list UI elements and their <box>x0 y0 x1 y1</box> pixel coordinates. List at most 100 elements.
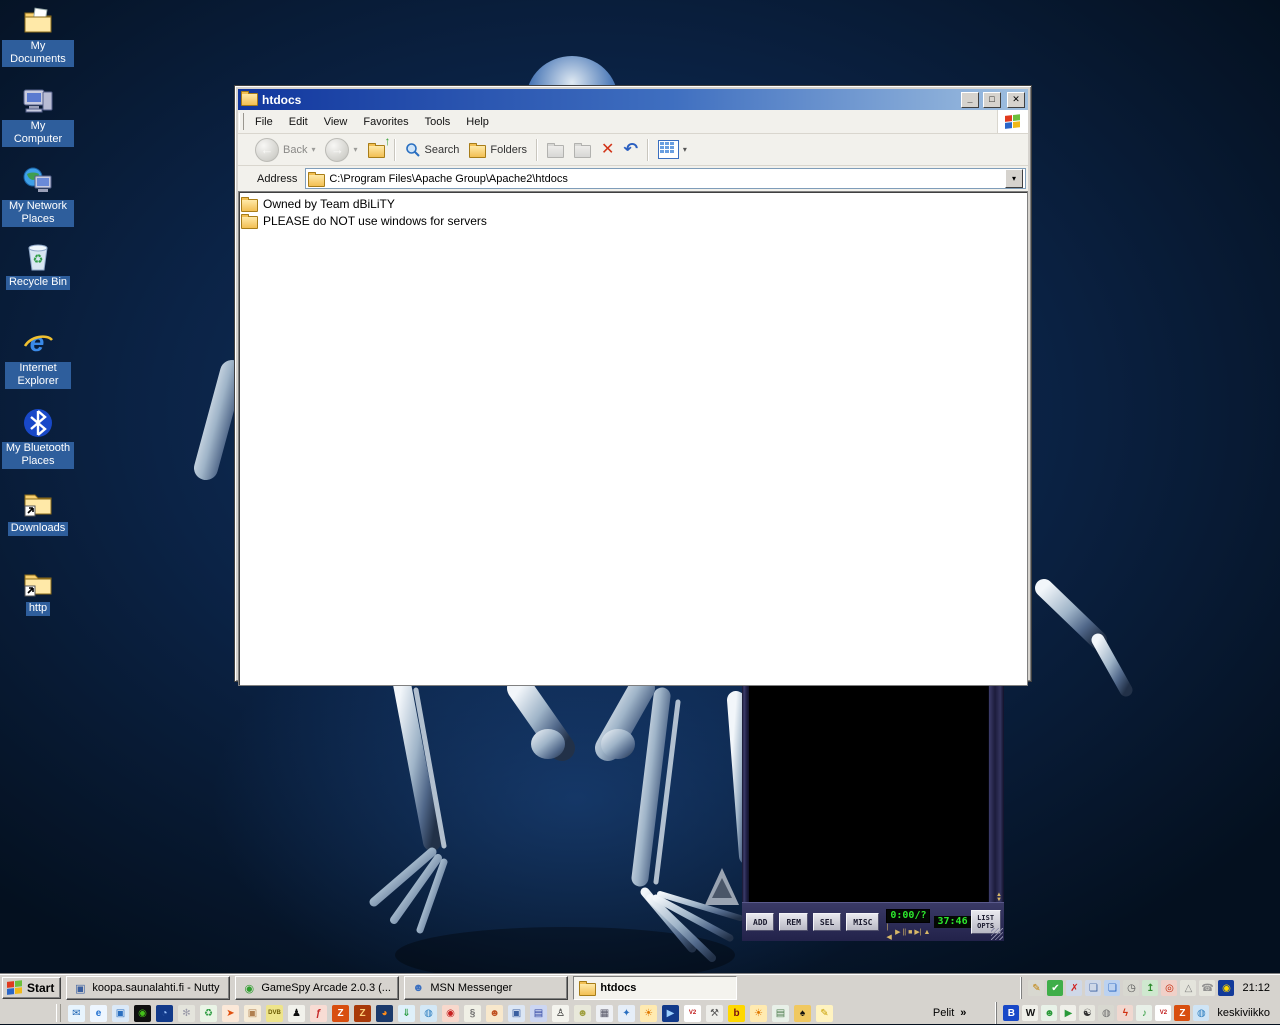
globe-blue-icon[interactable]: ◍ <box>1193 1005 1209 1021</box>
file-item[interactable]: PLEASE do NOT use windows for servers <box>241 212 1025 229</box>
back-dropdown-icon[interactable]: ▾ <box>311 145 315 154</box>
folders-button[interactable]: Folders <box>465 140 531 160</box>
calculator-icon[interactable]: ▦ <box>596 1005 613 1022</box>
transport-button-icon[interactable]: ▶| <box>914 928 921 938</box>
globe-gray-icon[interactable]: ◍ <box>1098 1005 1114 1021</box>
update-check-icon[interactable]: ✔ <box>1047 980 1063 996</box>
menu-item[interactable]: File <box>247 110 281 133</box>
network-computers-icon[interactable]: ❏ <box>1085 980 1101 996</box>
firefox-icon[interactable]: ◕ <box>376 1005 393 1022</box>
network-disconnected-icon[interactable]: ✗ <box>1066 980 1082 996</box>
close-button[interactable]: ✕ <box>1007 92 1025 108</box>
maximize-button[interactable]: □ <box>983 92 1001 108</box>
menu-item[interactable]: Tools <box>417 110 459 133</box>
safely-remove-icon[interactable]: ↥ <box>1142 980 1158 996</box>
player-play-icon[interactable]: ▶ <box>1060 1005 1076 1021</box>
delete-button[interactable]: ✕ <box>597 140 618 160</box>
network-active-icon[interactable]: ❏ <box>1104 980 1120 996</box>
minimize-button[interactable]: _ <box>961 92 979 108</box>
quicklaunch-grip[interactable] <box>56 1004 61 1022</box>
playlist-add-button[interactable]: ADD <box>746 913 774 931</box>
tux-linux-icon[interactable]: ♙ <box>552 1005 569 1022</box>
playlist-scrollbar[interactable] <box>988 683 1004 902</box>
script-icon[interactable]: § <box>464 1005 481 1022</box>
media-player-icon[interactable]: ▶ <box>662 1005 679 1022</box>
menu-item[interactable]: Help <box>458 110 497 133</box>
playlist-misc-button[interactable]: MISC <box>846 913 879 931</box>
gamespy-arcade-icon[interactable]: ◉ <box>134 1005 151 1022</box>
phone-blocked-icon[interactable]: ☎ <box>1199 980 1215 996</box>
snowflake-app-icon[interactable]: ✻ <box>178 1005 195 1022</box>
desktop-icon-my-bluetooth-places[interactable]: My Bluetooth Places <box>2 406 74 469</box>
transport-button-icon[interactable]: ▲ <box>924 928 931 938</box>
task-htdocs[interactable]: htdocs <box>573 976 737 1000</box>
chevron-right-icon[interactable]: » <box>960 1007 966 1019</box>
outlook-express-icon[interactable]: ✉ <box>68 1005 85 1022</box>
desktop-icon-http[interactable]: http <box>2 566 74 616</box>
playlist-scroll-arrows[interactable]: ▲ ▼ <box>996 893 1002 903</box>
explorer-titlebar[interactable]: htdocs _ □ ✕ <box>238 89 1028 110</box>
nutty-shortcut-icon[interactable]: ▣ <box>508 1005 525 1022</box>
v2-app-icon[interactable]: V2 <box>684 1005 701 1022</box>
internet-explorer-icon[interactable]: e <box>90 1005 107 1022</box>
red-ring-icon[interactable]: ◎ <box>1161 980 1177 996</box>
transport-button-icon[interactable]: |◀ <box>886 923 893 943</box>
playlist-track-area[interactable] <box>749 683 988 902</box>
orange-pointer-icon[interactable]: ➤ <box>222 1005 239 1022</box>
scroll-down-icon[interactable]: ▼ <box>996 898 1002 903</box>
undo-button[interactable]: ↶ <box>620 140 641 160</box>
flash-icon[interactable]: ƒ <box>310 1005 327 1022</box>
menubar-grip[interactable] <box>239 113 244 130</box>
msn-online-icon[interactable]: ☻ <box>1041 1005 1057 1021</box>
back-button[interactable]: ← Back ▾ <box>251 136 319 164</box>
image-viewer-icon[interactable]: ▣ <box>244 1005 261 1022</box>
task-koopa[interactable]: ▣ koopa.saunalahti.fi - Nutty <box>66 976 230 1000</box>
search-button[interactable]: Search <box>401 140 464 160</box>
winamp-icon[interactable]: W <box>1022 1005 1038 1021</box>
sun-smiley2-icon[interactable]: ☀ <box>750 1005 767 1022</box>
messenger-contact-icon[interactable]: ☻ <box>486 1005 503 1022</box>
transport-button-icon[interactable]: ■ <box>908 928 912 938</box>
desktop-icon-my-documents[interactable]: My Documents <box>2 4 74 67</box>
desktop-icon-recycle-bin[interactable]: ♻ Recycle Bin <box>2 240 74 290</box>
task-msn-messenger[interactable]: ☻ MSN Messenger <box>404 976 568 1000</box>
google-earth-icon[interactable]: ◍ <box>420 1005 437 1022</box>
tablet-pen-icon[interactable]: ✎ <box>1028 980 1044 996</box>
lightning-red-icon[interactable]: ϟ <box>1117 1005 1133 1021</box>
views-dropdown-icon[interactable]: ▾ <box>683 145 687 154</box>
file-item[interactable]: Owned by Team dBiLiTY <box>241 195 1025 212</box>
up-button[interactable]: ↑ <box>364 140 389 160</box>
dvb-viewer-icon[interactable]: DVB <box>266 1005 283 1022</box>
playlist-rem-button[interactable]: REM <box>779 913 807 931</box>
ie-shortcut-icon[interactable]: ▣ <box>112 1005 129 1022</box>
bluetooth-icon[interactable]: B <box>1003 1005 1019 1021</box>
desktop-icon-my-computer[interactable]: My Computer <box>2 84 74 147</box>
wireless-signal-icon[interactable]: ◉ <box>1218 980 1234 996</box>
start-button[interactable]: Start <box>2 977 61 999</box>
filezilla-tray-icon[interactable]: Z <box>1174 1005 1190 1021</box>
b-letter-icon[interactable]: b <box>728 1005 745 1022</box>
media-orb-icon[interactable]: ◔ <box>156 1005 173 1022</box>
playlist-resize-grip[interactable] <box>991 928 1003 940</box>
menu-item[interactable]: View <box>316 110 356 133</box>
address-input[interactable]: C:\Program Files\Apache Group\Apache2\ht… <box>305 168 1026 189</box>
speaker-stream-icon[interactable]: ♪ <box>1136 1005 1152 1021</box>
volume-schedule-icon[interactable]: ◷ <box>1123 980 1139 996</box>
keyboard-icon[interactable]: ▤ <box>772 1005 789 1022</box>
paint-brush-icon[interactable]: ✎ <box>816 1005 833 1022</box>
network-nodes-icon[interactable]: △ <box>1180 980 1196 996</box>
address-dropdown-button[interactable]: ▾ <box>1005 169 1023 188</box>
menu-item[interactable]: Edit <box>281 110 316 133</box>
forward-dropdown-icon[interactable]: ▾ <box>353 145 357 154</box>
download-manager-icon[interactable]: ⇓ <box>398 1005 415 1022</box>
hammer-icon[interactable]: ⚒ <box>706 1005 723 1022</box>
save-floppy-icon[interactable]: ▤ <box>530 1005 547 1022</box>
yinyang-icon[interactable]: ☯ <box>1079 1005 1095 1021</box>
menu-item[interactable]: Favorites <box>355 110 416 133</box>
copy-to-button[interactable] <box>570 140 595 160</box>
clock[interactable]: 21:12 <box>1242 982 1270 994</box>
task-gamespy[interactable]: ◉ GameSpy Arcade 2.0.3 (... <box>235 976 399 1000</box>
poker-icon[interactable]: ♠ <box>794 1005 811 1022</box>
move-to-button[interactable] <box>543 140 568 160</box>
desktop-icon-internet-explorer[interactable]: e Internet Explorer <box>2 326 74 389</box>
